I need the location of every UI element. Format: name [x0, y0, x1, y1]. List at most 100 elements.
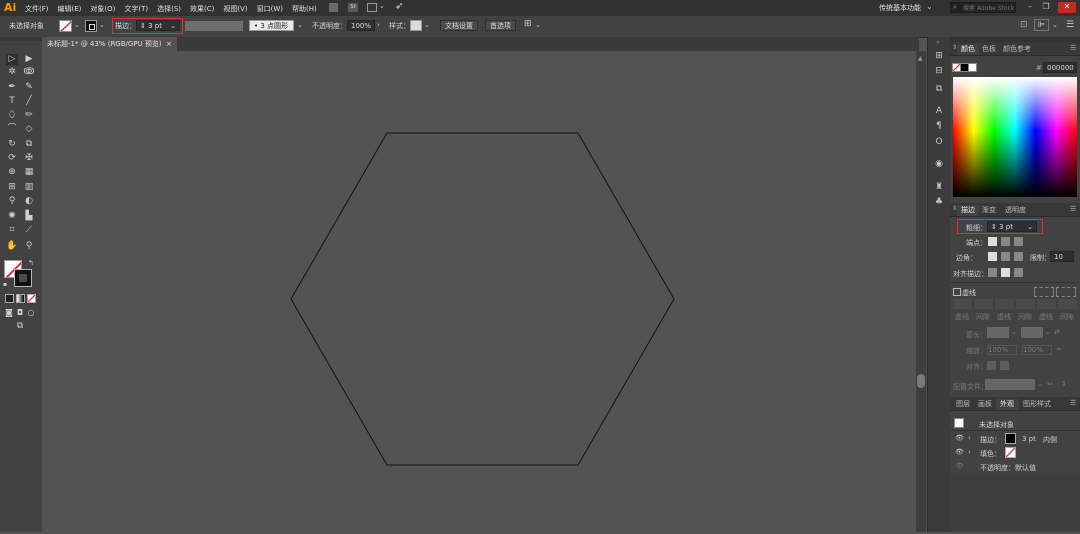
- align-inside-icon[interactable]: [1001, 268, 1010, 277]
- brush-chevron-icon[interactable]: ⌄: [297, 21, 303, 29]
- dash-field[interactable]: [995, 299, 1014, 309]
- toolbar-grip[interactable]: [0, 37, 42, 41]
- weight-chevron-icon[interactable]: ⌄: [1027, 222, 1033, 232]
- column-graph-tool-icon[interactable]: ▙: [23, 211, 35, 222]
- arrow-align-icon-1[interactable]: [987, 361, 996, 370]
- dash-align-icon[interactable]: [1056, 287, 1076, 297]
- eye-icon[interactable]: 👁: [955, 434, 964, 442]
- zoom-tool-icon[interactable]: ⚲: [23, 241, 35, 252]
- menu-object[interactable]: 对象(O): [90, 4, 115, 14]
- warp-tool-icon[interactable]: ⟳: [6, 153, 18, 164]
- eye-icon[interactable]: 👁: [955, 448, 964, 456]
- minimize-icon[interactable]: –: [1024, 2, 1036, 13]
- document-setup-button[interactable]: 文档设置: [440, 20, 478, 31]
- stepper-icon[interactable]: ⇕: [140, 22, 148, 30]
- gradient-tool-icon[interactable]: ▥: [23, 182, 35, 193]
- color-spectrum[interactable]: [953, 77, 1077, 197]
- screen-mode-icon[interactable]: ⧉: [14, 321, 26, 332]
- stroke-weight-input[interactable]: ⇕ 3 pt ⌄: [136, 20, 180, 31]
- transform-panel-icon[interactable]: ⊞: [933, 51, 945, 62]
- collapse-icon[interactable]: »: [936, 39, 940, 46]
- align-chevron-icon[interactable]: ⌄: [1052, 21, 1058, 29]
- artboard-canvas[interactable]: [42, 51, 919, 532]
- menu-file[interactable]: 文件(F): [25, 4, 49, 14]
- dash-preserve-icon[interactable]: [1034, 287, 1054, 297]
- hexagon-shape[interactable]: [290, 132, 675, 466]
- expand-chevron-icon[interactable]: ›: [968, 434, 971, 442]
- dash-field[interactable]: [953, 299, 972, 309]
- tab-color[interactable]: 颜色: [957, 44, 979, 55]
- menu-effect[interactable]: 效果(C): [190, 4, 214, 14]
- end-arrow-chevron-icon[interactable]: ⌄: [1045, 328, 1051, 336]
- mesh-tool-icon[interactable]: ⊞: [6, 182, 18, 193]
- pen-tool-icon[interactable]: ✒: [6, 82, 18, 93]
- end-arrow-select[interactable]: [1021, 327, 1043, 338]
- tab-graphic-styles[interactable]: 图形样式: [1019, 399, 1055, 410]
- perspective-grid-tool-icon[interactable]: ▦: [23, 167, 35, 178]
- chevron-down-icon[interactable]: ⌄: [379, 2, 385, 10]
- start-arrow-chevron-icon[interactable]: ⌄: [1011, 328, 1017, 336]
- arrange-chevron-icon[interactable]: ⌄: [535, 21, 541, 29]
- opacity-input[interactable]: 100%: [347, 20, 375, 31]
- align-center-icon[interactable]: [988, 268, 997, 277]
- magic-wand-tool-icon[interactable]: ✲: [6, 67, 18, 78]
- miter-join-icon[interactable]: [988, 252, 997, 261]
- document-tab[interactable]: 未标题-1* @ 43% (RGB/GPU 预览) ×: [42, 37, 177, 51]
- hand-tool-icon[interactable]: ✋: [6, 241, 18, 252]
- swap-arrows-icon[interactable]: ⇄: [1054, 328, 1060, 336]
- bridge-icon[interactable]: [329, 3, 338, 12]
- tab-transparency[interactable]: 透明度: [1001, 205, 1030, 216]
- arrange-icon[interactable]: ⊞: [524, 19, 532, 29]
- close-window-icon[interactable]: ✕: [1058, 2, 1076, 13]
- stroke-chevron-icon[interactable]: ⌄: [99, 21, 105, 29]
- blend-tool-icon[interactable]: ◐: [23, 196, 35, 207]
- opentype-panel-icon[interactable]: O: [933, 137, 945, 148]
- arrange-documents-icon[interactable]: [367, 3, 377, 12]
- limit-input[interactable]: 10: [1050, 251, 1074, 262]
- none-mode-icon[interactable]: [27, 294, 36, 303]
- workspace-switcher[interactable]: 传统基本功能: [879, 3, 921, 13]
- menu-help[interactable]: 帮助(H): [292, 4, 317, 14]
- tab-swatches[interactable]: 色板: [978, 44, 1000, 55]
- tab-gradient[interactable]: 渐变: [978, 205, 1000, 216]
- panel-menu-icon[interactable]: ☰: [1070, 399, 1076, 407]
- stroke-weight-chevron-icon[interactable]: ⌄: [170, 21, 176, 31]
- style-swatch[interactable]: [410, 20, 422, 31]
- stepper-icon[interactable]: ⇕: [991, 223, 999, 231]
- eye-icon[interactable]: 👁: [955, 462, 964, 470]
- color-mode-icon[interactable]: [5, 294, 14, 303]
- gradient-mode-icon[interactable]: [16, 294, 25, 303]
- stroke-color-box[interactable]: [14, 269, 32, 287]
- type-tool-icon[interactable]: T: [6, 96, 18, 107]
- flip-along-icon[interactable]: ⇕: [1061, 380, 1067, 388]
- puppet-warp-tool-icon[interactable]: ✠: [23, 153, 35, 164]
- preferences-button[interactable]: 首选项: [485, 20, 516, 31]
- align-options-icon[interactable]: ⊫: [1034, 19, 1049, 31]
- rotate-tool-icon[interactable]: ↻: [6, 139, 18, 150]
- round-cap-icon[interactable]: [1001, 237, 1010, 246]
- appearance-stroke-weight[interactable]: 3 pt: [1022, 435, 1036, 443]
- align-outside-icon[interactable]: [1014, 268, 1023, 277]
- eyedropper-tool-icon[interactable]: ⚲: [6, 196, 18, 207]
- slice-tool-icon[interactable]: ⟋: [23, 225, 35, 236]
- vertical-scrollbar[interactable]: ▲: [916, 51, 926, 532]
- arrow-align-icon-2[interactable]: [1000, 361, 1009, 370]
- tab-artboards[interactable]: 画板: [974, 399, 996, 410]
- menu-view[interactable]: 视图(V): [223, 4, 247, 14]
- stroke-swatch[interactable]: [85, 20, 97, 32]
- dashed-checkbox[interactable]: [953, 288, 961, 296]
- weight-input[interactable]: ⇕ 3 pt ⌄: [987, 221, 1037, 232]
- lasso-tool-icon[interactable]: ↂ: [23, 67, 35, 78]
- menu-select[interactable]: 选择(S): [157, 4, 181, 14]
- direct-selection-tool-icon[interactable]: ▶: [23, 54, 35, 65]
- tab-color-guide[interactable]: 颜色参考: [999, 44, 1035, 55]
- start-scale-input[interactable]: 100%: [987, 345, 1017, 355]
- symbols-panel-icon[interactable]: ♣: [933, 197, 945, 208]
- hex-input[interactable]: 000000: [1043, 62, 1077, 73]
- paragraph-panel-icon[interactable]: ¶: [933, 121, 945, 132]
- menu-edit[interactable]: 编辑(E): [58, 4, 82, 14]
- default-colors-icon[interactable]: ▪: [3, 281, 7, 288]
- stock-search-input[interactable]: 搜索 Adobe Stock: [950, 2, 1016, 13]
- flip-across-icon[interactable]: ⇔: [1047, 380, 1053, 388]
- gap-field[interactable]: [1058, 299, 1077, 309]
